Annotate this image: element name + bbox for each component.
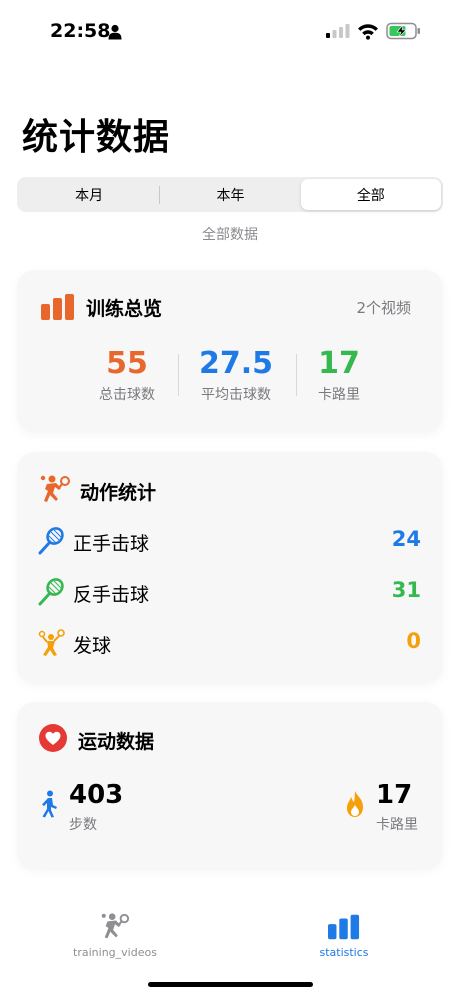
flame-icon [347, 791, 363, 817]
bar-chart-icon [328, 914, 360, 940]
sport-title: 运动数据 [78, 731, 155, 753]
metric-total-hits: 55 总击球数 [67, 346, 187, 404]
video-count: 2个视频 [356, 299, 411, 317]
tab-training-videos[interactable]: training_videos [45, 912, 185, 959]
action-row-serve: 发球 0 [17, 626, 443, 662]
action-value: 24 [391, 527, 421, 551]
metric-value: 27.5 [198, 346, 274, 381]
segment-all[interactable]: 全部 [300, 179, 441, 210]
action-row-backhand: 反手击球 31 [17, 575, 443, 611]
tennis-racket-blue-icon [38, 527, 64, 555]
tennis-racket-green-icon [38, 578, 64, 606]
steps-label: 步数 [69, 817, 97, 833]
steps-value: 403 [69, 780, 124, 810]
action-row-forehand: 正手击球 24 [17, 524, 443, 560]
walking-person-icon [42, 790, 57, 818]
tennis-player-icon [101, 913, 130, 939]
steps-stat: 403 步数 [69, 780, 123, 834]
actions-title: 动作统计 [80, 482, 157, 504]
tab-label: training_videos [73, 946, 157, 959]
metric-value: 55 [106, 346, 148, 381]
filter-caption: 全部数据 [202, 227, 258, 243]
calories-label: 卡路里 [376, 817, 418, 833]
heart-icon [39, 724, 67, 752]
tab-statistics[interactable]: statistics [274, 914, 414, 959]
action-stats-card: 动作统计 正手击球 24 反手击球 31 发球 0 [17, 452, 443, 684]
action-label: 正手击球 [73, 533, 150, 555]
training-overview-card: 训练总览 2个视频 55 总击球数 27.5 平均击球数 17 卡路里 [17, 270, 443, 433]
action-value: 0 [406, 629, 421, 653]
cellular-signal-icon [326, 24, 350, 38]
metric-label: 平均击球数 [201, 387, 271, 403]
wifi-icon [358, 24, 378, 40]
page-title: 统计数据 [22, 117, 171, 158]
action-label: 发球 [73, 635, 112, 657]
action-label: 反手击球 [73, 584, 150, 606]
overview-title: 训练总览 [86, 298, 163, 320]
metric-label: 卡路里 [318, 387, 360, 403]
battery-charging-icon [386, 22, 420, 40]
sport-data-card: 运动数据 403 步数 17 卡路里 [17, 702, 443, 870]
time-range-segmented-control[interactable]: 本月 本年 全部 [17, 177, 443, 212]
metric-value: 17 [318, 346, 360, 381]
serve-player-icon [38, 629, 65, 656]
tennis-player-icon [40, 475, 70, 502]
status-bar: 22:58 [0, 0, 460, 62]
metric-label: 总击球数 [99, 387, 155, 403]
status-time: 22:58 [50, 20, 111, 42]
segment-this-year[interactable]: 本年 [160, 179, 300, 210]
tab-label: statistics [319, 946, 369, 959]
calories-stat: 17 卡路里 [376, 780, 418, 834]
segment-this-month[interactable]: 本月 [19, 179, 159, 210]
person-icon [108, 24, 122, 40]
action-value: 31 [391, 578, 421, 602]
calories-value: 17 [376, 780, 413, 810]
bar-chart-icon [41, 294, 74, 320]
metric-calories: 17 卡路里 [279, 346, 399, 404]
home-indicator [148, 982, 313, 987]
metric-average-hits: 27.5 平均击球数 [176, 346, 296, 404]
